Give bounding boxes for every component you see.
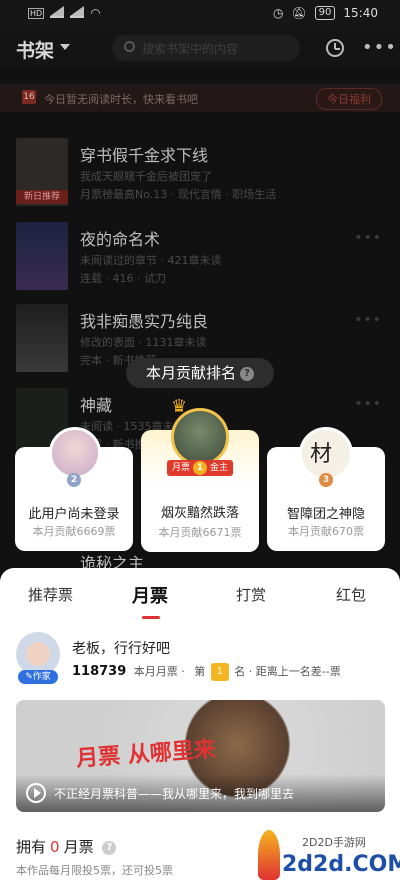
contributor-votes: 本月贡献6669票 xyxy=(32,525,116,538)
face-icon xyxy=(26,642,50,666)
hd-label: HD xyxy=(28,7,45,19)
avatar-glyph-icon: 材 xyxy=(310,442,333,467)
daily-bonus-button[interactable]: 今日福利 xyxy=(316,88,382,110)
ticket-count-label: 本月月票 · xyxy=(133,665,185,678)
bookshelf-header: 书架 搜索书架中的内容 ••• xyxy=(0,28,400,68)
book-meta: 月票榜最高No.13 · 现代言情 · 职场生活 xyxy=(80,188,277,201)
wifi-icon: ◠ xyxy=(90,6,101,20)
owned-count: 0 xyxy=(50,838,60,856)
help-icon[interactable]: ? xyxy=(102,840,117,855)
book-title: 我非痴愚实乃纯良 xyxy=(80,312,209,331)
book-title: 穿书假千金求下线 xyxy=(80,146,209,165)
search-input[interactable]: 搜索书架中的内容 xyxy=(112,35,300,61)
rank-card-2[interactable]: 2 此用户尚未登录 本月贡献6669票 xyxy=(15,427,133,551)
book-title: 夜的命名术 xyxy=(80,230,161,249)
rank-card-3[interactable]: 材 3 智障团之神隐 本月贡献670票 xyxy=(267,427,385,551)
ticket-stats: 118739 本月月票 · 第 1 名 · 距离上一名差--票 xyxy=(72,663,341,681)
book-subtitle: 未阅读过的章节 · 421章未读 xyxy=(80,254,222,267)
search-placeholder: 搜索书架中的内容 xyxy=(142,42,239,56)
more-icon[interactable]: ••• xyxy=(354,396,382,412)
rank-number: 1 xyxy=(193,461,207,475)
vote-sheet: 推荐票 月票 打赏 红包 ✎作家 老板，行行好吧 118739 本月月票 · 第… xyxy=(0,568,400,888)
contributor-votes: 本月贡献6671票 xyxy=(158,526,242,539)
contributor-name: 此用户尚未登录 xyxy=(28,507,120,522)
tab-monthly-ticket[interactable]: 月票 xyxy=(132,582,168,608)
contributor-name: 烟灰黯然跌落 xyxy=(160,506,239,521)
mute-icon: 🔕︎ xyxy=(291,6,307,20)
rank-badge: 3 xyxy=(319,473,333,487)
ranking-title: 本月贡献排名? xyxy=(126,358,274,388)
help-icon[interactable]: ? xyxy=(240,366,254,381)
book-item[interactable]: 新日推荐 穿书假千金求下线 我成天眼瞎千金后被团宠了 月票榜最高No.13 · … xyxy=(0,138,400,210)
tab-red-packet[interactable]: 红包 xyxy=(336,584,366,605)
reading-notice: 16 今日暂无阅读时长，快来看书吧 今日福利 xyxy=(0,84,400,112)
owned-suffix: 月票 xyxy=(63,838,94,856)
tab-recommend-ticket[interactable]: 推荐票 xyxy=(28,584,73,605)
calendar-icon: 16 xyxy=(22,90,36,104)
signal-icon xyxy=(50,6,65,18)
search-icon xyxy=(124,41,135,52)
more-icon[interactable]: ••• xyxy=(362,39,397,57)
book-item[interactable]: 夜的命名术 未阅读过的章节 · 421章未读 连载 · 416 · 试刀 ••• xyxy=(0,222,400,294)
rank-badge: 2 xyxy=(67,473,81,487)
author-badge-label: 作家 xyxy=(32,672,51,682)
badge-left: 月票 xyxy=(172,463,191,473)
author-greeting: 老板，行行好吧 xyxy=(72,641,170,657)
avatar xyxy=(49,427,101,479)
more-icon[interactable]: ••• xyxy=(354,230,382,246)
history-icon[interactable] xyxy=(326,39,344,57)
ranking-title-text: 本月贡献排名 xyxy=(145,364,236,382)
book-title: 神藏 xyxy=(80,396,113,415)
ticket-count: 118739 xyxy=(72,664,127,679)
watermark-top: 2D2D手游网 xyxy=(302,836,366,849)
avatar xyxy=(171,408,229,466)
rank-crown-icon: 1 xyxy=(210,663,229,681)
book-subtitle: 我成天眼瞎千金后被团宠了 xyxy=(80,170,212,183)
status-bar: HD ◠ ◷ 🔕︎ 90 15:40 xyxy=(0,0,400,28)
rank-suffix: 名 · 距离上一名差--票 xyxy=(234,665,341,678)
video-caption: 不正经月票科普——我从哪里来，我到哪里去 xyxy=(54,787,295,801)
flame-icon xyxy=(258,830,280,880)
time: 15:40 xyxy=(343,6,378,20)
book-subtitle: 修改的表面 · 1131章未读 xyxy=(80,336,207,349)
tab-indicator xyxy=(142,616,160,619)
book-cover xyxy=(16,304,68,372)
watermark-bottom: 2d2d.COM xyxy=(282,852,400,877)
owned-prefix: 拥有 xyxy=(16,838,47,856)
rank-card-1[interactable]: ♛ 月票 金主 1 烟灰黯然跌落 本月贡献6671票 xyxy=(141,396,259,552)
author-badge: ✎作家 xyxy=(18,670,58,684)
book-item[interactable]: 诡秘之主 xyxy=(0,550,400,573)
tab-tip[interactable]: 打赏 xyxy=(236,584,266,605)
battery-icon: 90 xyxy=(314,6,336,20)
page-title[interactable]: 书架 xyxy=(16,36,54,63)
rank-prefix: 第 xyxy=(194,665,206,678)
badge-right: 金主 xyxy=(209,463,228,473)
more-icon[interactable]: ••• xyxy=(354,312,382,328)
signal-icon-2 xyxy=(70,6,85,18)
watermark-logo: 2D2D手游网 2d2d.COM xyxy=(252,826,400,886)
play-icon[interactable] xyxy=(26,783,46,803)
contributor-votes: 本月贡献670票 xyxy=(288,525,364,538)
contributor-name: 智障团之神隐 xyxy=(286,507,365,522)
book-meta: 连载 · 416 · 试刀 xyxy=(80,272,166,285)
notice-text: 今日暂无阅读时长，快来看书吧 xyxy=(44,93,198,106)
owned-limit-text: 本作品每月限投5票，还可投5票 xyxy=(16,864,173,877)
owned-tickets: 拥有 0 月票 ? xyxy=(16,836,117,857)
alarm-icon: ◷ xyxy=(272,6,284,20)
book-badge: 新日推荐 xyxy=(16,190,68,204)
video-card[interactable]: 月票 从哪里来 不正经月票科普——我从哪里来，我到哪里去 xyxy=(16,700,385,812)
book-cover xyxy=(16,222,68,290)
chevron-down-icon[interactable] xyxy=(60,44,70,50)
